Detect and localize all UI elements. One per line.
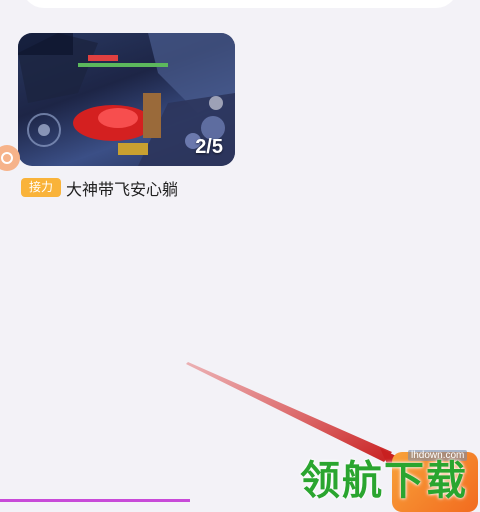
- watermark-text: 领航下载: [300, 459, 468, 503]
- bottom-progress-bar: [0, 499, 190, 502]
- red-arrow-annotation: [186, 362, 400, 466]
